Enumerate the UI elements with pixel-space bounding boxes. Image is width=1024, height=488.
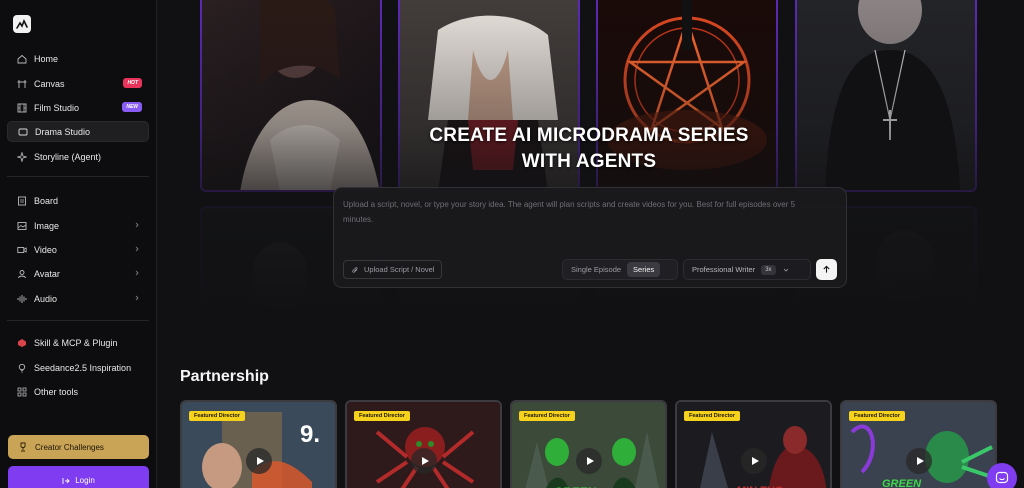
sidebar-item-other-tools[interactable]: Other tools (7, 381, 149, 402)
svg-text:9.: 9. (300, 421, 320, 448)
login-label: Login (75, 476, 95, 485)
canvas-icon (17, 79, 27, 89)
sidebar-item-board[interactable]: Board (7, 190, 149, 211)
sidebar-item-label: Seedance2.5 Inspiration (34, 362, 132, 373)
partnership-card[interactable]: Featured Director (345, 400, 502, 488)
main-content: CREATE AI MICRODRAMA SERIES WITH AGENTS … (158, 0, 1024, 488)
sidebar-divider (7, 320, 149, 321)
video-icon (17, 245, 27, 255)
sidebar-item-label: Board (34, 195, 59, 206)
image-icon (17, 221, 27, 231)
partnership-card[interactable]: GREEN Featured Director (510, 400, 667, 488)
audio-icon (17, 294, 27, 304)
hero-title: CREATE AI MICRODRAMA SERIES WITH AGENTS (358, 123, 820, 175)
creator-challenges-label: Creator Challenges (35, 442, 104, 452)
partnership-card[interactable]: GREENLIGHTNING Featured Director (840, 400, 997, 488)
hero-image-man-leather (795, 0, 977, 192)
login-button[interactable]: Login (8, 466, 149, 488)
featured-director-tag: Featured Director (519, 411, 575, 421)
hero-image-woman-lace (200, 0, 382, 192)
prompt-input[interactable]: Upload a script, novel, or type your sto… (343, 197, 818, 227)
play-icon[interactable] (246, 448, 272, 474)
featured-director-tag: Featured Director (849, 411, 905, 421)
featured-director-tag: Featured Director (684, 411, 740, 421)
upload-script-label: Upload Script / Novel (364, 265, 435, 274)
sidebar-item-label: Avatar (34, 268, 60, 279)
sidebar-item-video[interactable]: Video (7, 239, 149, 260)
sidebar-item-label: Other tools (34, 386, 79, 397)
chevron-down-icon (783, 268, 788, 272)
play-icon[interactable] (741, 448, 767, 474)
play-icon[interactable] (411, 448, 437, 474)
board-icon (17, 196, 27, 206)
upload-script-button[interactable]: Upload Script / Novel (343, 260, 443, 279)
featured-director-tag: Featured Director (189, 411, 245, 421)
send-button[interactable] (816, 259, 837, 280)
sidebar: Home Canvas HOT Film Studio NEW Drama St… (0, 0, 157, 488)
writer-label: Professional Writer (692, 265, 756, 274)
writer-select[interactable]: Professional Writer 3x (683, 259, 811, 280)
featured-director-tag: Featured Director (354, 411, 410, 421)
play-icon[interactable] (906, 448, 932, 474)
svg-text:GREEN: GREEN (882, 478, 922, 488)
app-root: Home Canvas HOT Film Studio NEW Drama St… (0, 0, 1024, 488)
trophy-icon (20, 442, 26, 452)
sidebar-item-label: Video (34, 244, 57, 255)
paperclip-icon (352, 266, 358, 273)
sidebar-divider (7, 176, 149, 177)
sidebar-item-drama-studio[interactable]: Drama Studio (7, 121, 149, 142)
chevron-right-icon (135, 246, 139, 252)
chat-support-button[interactable] (987, 463, 1017, 488)
chevron-right-icon (135, 295, 139, 301)
hero-title-line2: WITH AGENTS (521, 151, 657, 172)
mode-single-episode[interactable]: Single Episode (565, 262, 627, 277)
sidebar-item-label: Film Studio (34, 102, 80, 113)
sidebar-item-label: Home (34, 53, 59, 64)
chevron-right-icon (135, 270, 139, 276)
bulb-icon (17, 363, 27, 373)
login-icon (62, 478, 70, 484)
sidebar-item-avatar[interactable]: Avatar (7, 263, 149, 284)
writer-multiplier: 3x (761, 264, 776, 275)
mode-series[interactable]: Series (627, 262, 661, 277)
chevron-right-icon (135, 222, 139, 228)
sidebar-item-skill-plugin[interactable]: Skill & MCP & Plugin (7, 332, 149, 353)
sidebar-item-film-studio[interactable]: Film Studio NEW (7, 97, 149, 118)
new-badge: NEW (122, 102, 142, 112)
sidebar-item-canvas[interactable]: Canvas HOT (7, 73, 149, 94)
avatar-icon (17, 269, 27, 279)
sidebar-item-label: Image (34, 220, 60, 231)
drama-icon (18, 127, 28, 137)
tools-icon (17, 387, 27, 397)
sidebar-item-image[interactable]: Image (7, 215, 149, 236)
sidebar-item-seedance[interactable]: Seedance2.5 Inspiration (7, 357, 149, 378)
partnership-title: Partnership (180, 368, 269, 385)
sidebar-item-audio[interactable]: Audio (7, 288, 149, 309)
storyline-icon (17, 151, 27, 162)
episode-mode-toggle[interactable]: Single Episode Series (562, 259, 678, 280)
chat-icon (995, 471, 1009, 484)
sidebar-item-storyline[interactable]: Storyline (Agent) (7, 146, 149, 167)
hero-title-line1: CREATE AI MICRODRAMA SERIES (429, 125, 749, 146)
creator-challenges-button[interactable]: Creator Challenges (8, 435, 149, 459)
sidebar-item-home[interactable]: Home (7, 48, 149, 69)
film-icon (17, 103, 27, 113)
sidebar-item-label: Drama Studio (35, 126, 91, 137)
hot-badge: HOT (123, 78, 142, 88)
home-icon (17, 54, 27, 64)
partnership-card[interactable]: 9. Featured Director (180, 400, 337, 488)
sidebar-item-label: Audio (34, 293, 58, 304)
play-icon[interactable] (576, 448, 602, 474)
logo-icon[interactable] (13, 15, 31, 33)
sidebar-item-label: Storyline (Agent) (34, 151, 102, 162)
sidebar-item-label: Skill & MCP & Plugin (34, 337, 118, 348)
plugin-icon (17, 338, 27, 348)
sidebar-item-label: Canvas (34, 78, 65, 89)
arrow-up-icon (823, 265, 830, 273)
prompt-box[interactable]: Upload a script, novel, or type your sto… (333, 187, 847, 288)
partnership-card[interactable]: MIN TUO Featured Director (675, 400, 832, 488)
